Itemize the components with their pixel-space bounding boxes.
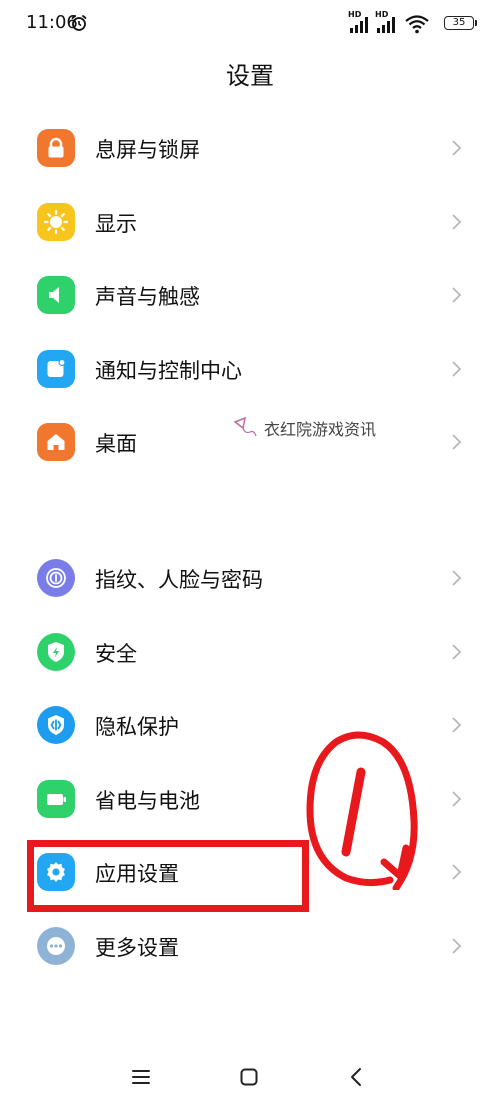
watermark-text: 衣红院游戏资讯: [264, 420, 377, 439]
chevron-right-icon: [452, 287, 462, 303]
annotation-scribble: [306, 731, 418, 890]
kite-icon: [233, 416, 257, 437]
chevron-right-icon: [452, 140, 462, 156]
fingerprint-icon: [37, 559, 75, 597]
status-bar: 11:06 HD HD 35: [0, 0, 500, 48]
settings-item-label: 省电与电池: [95, 788, 200, 813]
settings-item-fingerprint-face-password[interactable]: 指纹、人脸与密码: [0, 542, 500, 616]
chevron-right-icon: [452, 643, 462, 660]
chevron-right-icon: [452, 717, 462, 733]
home-icon: [37, 423, 75, 461]
chevron-right-icon: [452, 213, 462, 230]
battery-indicator: 35: [444, 16, 477, 30]
settings-item-label: 声音与触感: [95, 285, 200, 309]
settings-item-label: 通知与控制中心: [95, 358, 242, 383]
status-icons: HD HD 35: [348, 10, 477, 34]
lock-icon: [37, 129, 75, 167]
settings-item-more-settings[interactable]: 更多设置: [0, 910, 500, 984]
settings-item-lock-screen[interactable]: 息屏与锁屏: [0, 112, 500, 186]
chevron-right-icon: [452, 937, 462, 954]
menu-icon: [132, 1070, 150, 1084]
settings-item-label: 安全: [95, 641, 137, 666]
chevron-right-icon: [452, 360, 462, 377]
highlight-box: [27, 840, 309, 912]
chevron-right-icon: [452, 864, 462, 880]
notification-icon: [37, 349, 75, 388]
settings-item-label: 更多设置: [95, 935, 179, 960]
settings-item-label: 桌面: [95, 432, 137, 456]
square-icon: [240, 1068, 258, 1086]
wifi-icon: [405, 15, 429, 34]
settings-item-security[interactable]: 安全: [0, 616, 500, 690]
chevron-left-icon: [351, 1068, 361, 1086]
more-icon: [37, 926, 75, 965]
chevron-right-icon: [452, 570, 462, 586]
sun-icon: [37, 202, 75, 241]
speaker-icon: [37, 276, 75, 314]
settings-item-sound[interactable]: 声音与触感: [0, 259, 500, 333]
alarm-icon: [71, 15, 87, 31]
navigation-bar: [0, 1060, 500, 1097]
home-button[interactable]: [229, 1060, 269, 1094]
settings-item-notifications[interactable]: 通知与控制中心: [0, 333, 500, 407]
chevron-right-icon: [452, 434, 462, 450]
battery-icon: [37, 779, 75, 818]
menu-button[interactable]: [121, 1060, 161, 1094]
chevron-right-icon: [452, 790, 462, 807]
privacy-icon: [37, 706, 75, 744]
settings-item-label: 指纹、人脸与密码: [95, 568, 263, 592]
page-title: 设置: [226, 62, 274, 90]
settings-item-label: 显示: [95, 211, 137, 236]
settings-item-label: 息屏与锁屏: [95, 138, 200, 162]
settings-item-display[interactable]: 显示: [0, 186, 500, 260]
back-button[interactable]: [336, 1060, 376, 1094]
settings-item-label: 隐私保护: [95, 715, 179, 739]
shield-icon: [37, 632, 75, 671]
